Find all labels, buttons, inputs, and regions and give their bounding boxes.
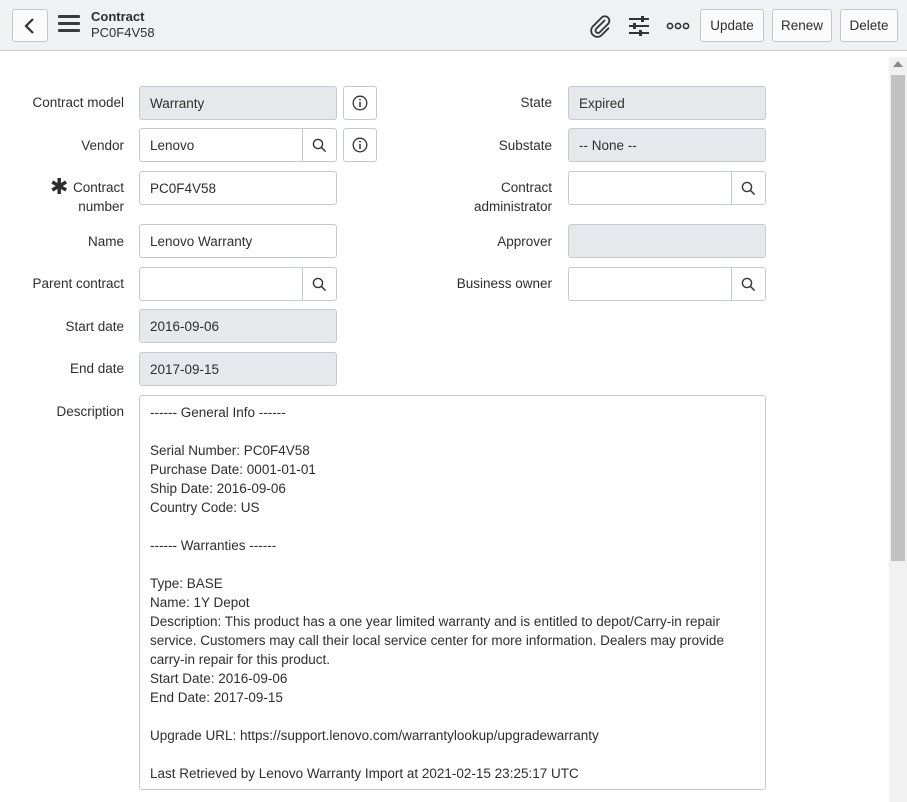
contract-administrator-lookup-button[interactable]: [731, 172, 765, 204]
business-owner-field[interactable]: [568, 267, 766, 301]
substate-label: Substate: [498, 138, 552, 153]
search-icon: [312, 138, 327, 152]
parent-contract-field[interactable]: [139, 267, 337, 301]
start-date-label: Start date: [65, 319, 124, 334]
update-button[interactable]: Update: [700, 9, 764, 42]
description-label: Description: [56, 404, 124, 419]
scroll-up-arrow-icon[interactable]: [893, 61, 903, 67]
chevron-left-icon: [24, 17, 34, 34]
search-icon: [741, 277, 756, 291]
state-value: Expired: [579, 95, 625, 111]
renew-button[interactable]: Renew: [772, 9, 832, 42]
start-date-value: 2016-09-06: [150, 318, 220, 334]
vendor-label: Vendor: [81, 138, 124, 153]
substate-value: -- None --: [579, 137, 637, 153]
vendor-info-button[interactable]: [343, 128, 377, 162]
contract-model-value: Warranty: [150, 95, 205, 111]
contract-administrator-label: Contract administrator: [473, 180, 552, 214]
vendor-field[interactable]: Lenovo: [139, 128, 337, 162]
more-options-icon: [666, 22, 690, 30]
parent-contract-lookup-button[interactable]: [302, 268, 336, 300]
contract-number-value: PC0F4V58: [150, 180, 217, 196]
contract-model-info-button[interactable]: [343, 86, 377, 120]
page-subtitle: PC0F4V58: [91, 25, 155, 40]
info-icon: [352, 95, 368, 111]
sliders-icon: [629, 16, 649, 36]
business-owner-label: Business owner: [456, 276, 552, 291]
hamburger-menu-icon[interactable]: [58, 15, 80, 35]
approver-field[interactable]: [568, 224, 766, 258]
parent-contract-label: Parent contract: [32, 276, 124, 291]
end-date-value: 2017-09-15: [150, 361, 220, 377]
attachment-button[interactable]: [587, 13, 613, 39]
back-button[interactable]: [12, 9, 48, 42]
page-title: Contract: [91, 9, 145, 24]
name-field[interactable]: Lenovo Warranty: [139, 224, 337, 258]
delete-button[interactable]: Delete: [840, 9, 898, 42]
description-textarea[interactable]: ------ General Info ------ Serial Number…: [139, 395, 766, 790]
form-title: Contract PC0F4V58: [91, 9, 155, 41]
contract-model-field[interactable]: Warranty: [139, 86, 337, 120]
business-owner-lookup-button[interactable]: [731, 268, 765, 300]
vertical-scrollbar[interactable]: [889, 57, 907, 802]
end-date-label: End date: [69, 361, 124, 376]
contract-number-label: Contract number: [72, 180, 124, 214]
contract-model-label: Contract model: [32, 95, 124, 110]
search-icon: [741, 181, 756, 195]
vendor-lookup-button[interactable]: [302, 129, 336, 161]
contract-number-field[interactable]: PC0F4V58: [139, 171, 337, 205]
approver-label: Approver: [497, 234, 552, 249]
form-header: Contract PC0F4V58 Update Renew Delete: [0, 0, 907, 51]
info-icon: [352, 137, 368, 153]
scroll-thumb[interactable]: [891, 75, 905, 561]
contract-administrator-field[interactable]: [568, 171, 766, 205]
personalize-button[interactable]: [626, 13, 652, 39]
search-icon: [312, 277, 327, 291]
substate-field[interactable]: -- None --: [568, 128, 766, 162]
more-options-button[interactable]: [665, 13, 691, 39]
paperclip-icon: [590, 15, 611, 38]
name-value: Lenovo Warranty: [150, 233, 253, 249]
vendor-value: Lenovo: [150, 137, 195, 153]
start-date-field[interactable]: 2016-09-06: [139, 309, 337, 343]
state-field[interactable]: Expired: [568, 86, 766, 120]
state-label: State: [520, 95, 552, 110]
end-date-field[interactable]: 2017-09-15: [139, 352, 337, 386]
name-label: Name: [87, 234, 124, 249]
